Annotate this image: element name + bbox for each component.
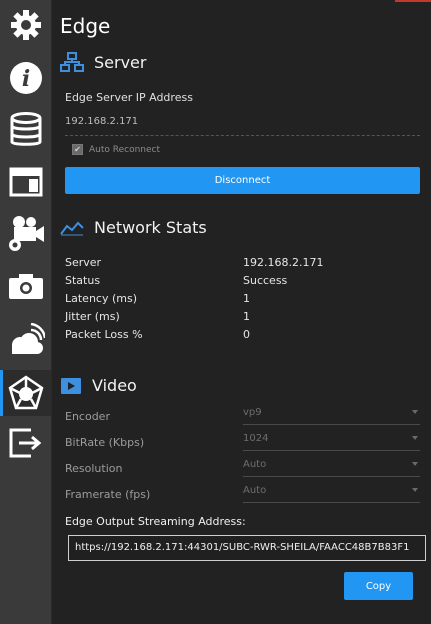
camera-settings-button[interactable] bbox=[0, 211, 51, 257]
edge-network-icon bbox=[8, 375, 43, 410]
server-network-icon bbox=[60, 52, 84, 72]
exit-icon bbox=[9, 428, 41, 458]
gear-icon bbox=[10, 10, 41, 40]
sidebar: i bbox=[0, 0, 52, 624]
auto-reconnect-checkbox[interactable]: ✔ bbox=[72, 144, 83, 155]
camera-icon bbox=[8, 274, 43, 299]
resolution-label: Resolution bbox=[65, 462, 123, 475]
info-button[interactable]: i bbox=[0, 55, 51, 101]
encoder-select[interactable]: vp9 bbox=[243, 404, 420, 425]
server-section-header: Server bbox=[60, 52, 146, 72]
stat-value: Success bbox=[243, 274, 288, 287]
video-section-header: Video bbox=[60, 376, 137, 395]
ip-address-label: Edge Server IP Address bbox=[65, 91, 193, 104]
exit-button[interactable] bbox=[0, 420, 51, 466]
edge-button[interactable] bbox=[0, 370, 51, 416]
encoder-label: Encoder bbox=[65, 410, 110, 423]
bitrate-select[interactable]: 1024 bbox=[243, 430, 420, 451]
output-address-label: Edge Output Streaming Address: bbox=[65, 515, 246, 528]
camera-settings-icon bbox=[8, 216, 44, 251]
copy-button[interactable]: Copy bbox=[344, 572, 413, 600]
layout-button[interactable] bbox=[0, 159, 51, 205]
chevron-down-icon bbox=[412, 436, 418, 440]
stat-key: Packet Loss % bbox=[65, 328, 143, 341]
main-panel: Edge Server Edge Server IP Address 192.1… bbox=[52, 0, 431, 624]
chevron-down-icon bbox=[412, 410, 418, 414]
framerate-value: Auto bbox=[243, 485, 267, 496]
stat-key: Status bbox=[65, 274, 101, 287]
line-chart-icon bbox=[60, 221, 84, 235]
camera-button[interactable] bbox=[0, 263, 51, 309]
info-icon: i bbox=[9, 62, 42, 94]
video-header-label: Video bbox=[92, 376, 137, 395]
window-close-strip[interactable] bbox=[395, 0, 431, 2]
resolution-value: Auto bbox=[243, 459, 267, 470]
auto-reconnect-label: Auto Reconnect bbox=[89, 144, 161, 155]
encoder-value: vp9 bbox=[243, 407, 262, 418]
cloud-stream-icon bbox=[11, 323, 45, 354]
network-header-label: Network Stats bbox=[94, 218, 207, 237]
resolution-select[interactable]: Auto bbox=[243, 456, 420, 477]
stat-value: 192.168.2.171 bbox=[243, 256, 324, 269]
stat-key: Server bbox=[65, 256, 102, 269]
bitrate-label: BitRate (Kbps) bbox=[65, 436, 145, 449]
cloud-stream-button[interactable] bbox=[0, 317, 51, 363]
server-header-label: Server bbox=[94, 52, 147, 72]
database-button[interactable] bbox=[0, 107, 51, 153]
stat-value: 1 bbox=[243, 310, 250, 323]
auto-reconnect-row[interactable]: ✔ Auto Reconnect bbox=[72, 144, 160, 155]
chevron-down-icon bbox=[412, 488, 418, 492]
layout-icon bbox=[9, 167, 42, 197]
play-icon bbox=[61, 377, 81, 394]
ip-address-field[interactable]: 192.168.2.171 bbox=[65, 113, 420, 136]
settings-button[interactable] bbox=[0, 2, 51, 48]
stat-key: Jitter (ms) bbox=[65, 310, 120, 323]
disconnect-button[interactable]: Disconnect bbox=[65, 167, 420, 194]
svg-text:i: i bbox=[21, 66, 29, 92]
stat-value: 0 bbox=[243, 328, 250, 341]
framerate-label: Framerate (fps) bbox=[65, 488, 151, 501]
chevron-down-icon bbox=[412, 462, 418, 466]
output-address-field[interactable]: https://192.168.2.171:44301/SUBC-RWR-SHE… bbox=[68, 535, 426, 561]
stat-key: Latency (ms) bbox=[65, 292, 138, 305]
page-title: Edge bbox=[60, 14, 111, 38]
database-icon bbox=[10, 112, 41, 146]
bitrate-value: 1024 bbox=[243, 433, 269, 444]
network-section-header: Network Stats bbox=[60, 218, 207, 237]
framerate-select[interactable]: Auto bbox=[243, 482, 420, 503]
stat-value: 1 bbox=[243, 292, 250, 305]
